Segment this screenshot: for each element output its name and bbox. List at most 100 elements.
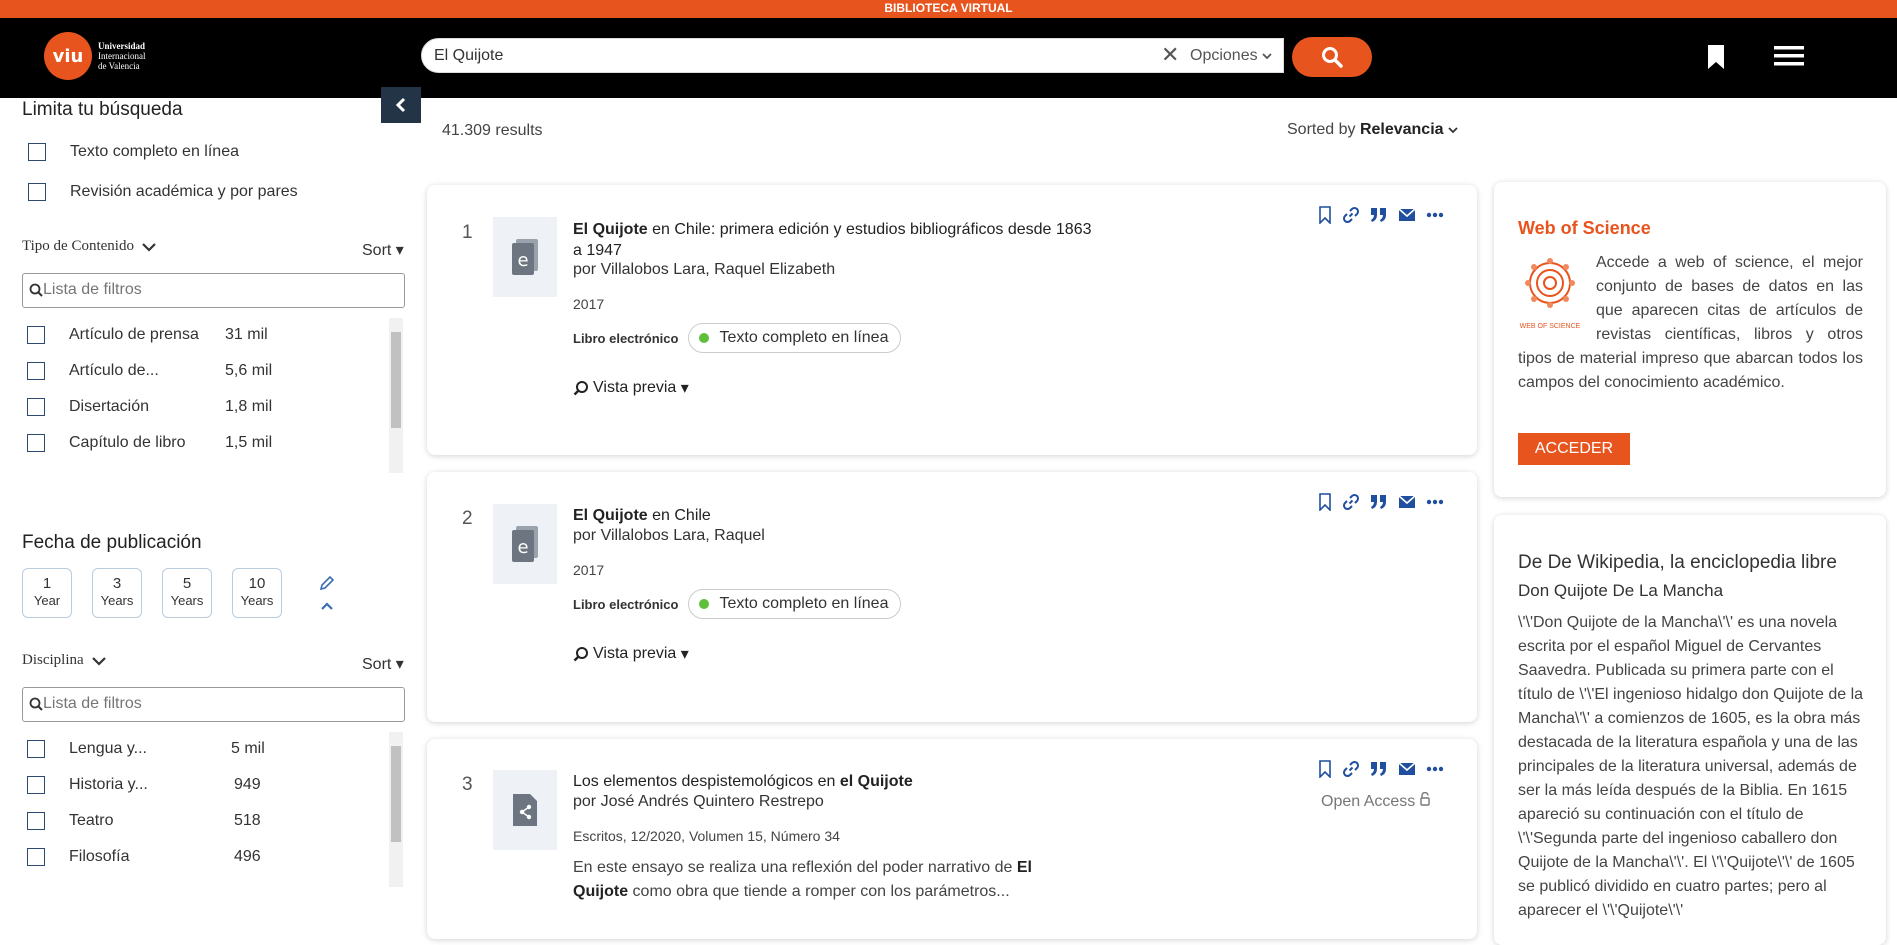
magnifier-preview-icon bbox=[573, 381, 588, 396]
ebook-icon: e bbox=[512, 526, 538, 562]
search-input[interactable] bbox=[434, 45, 1134, 67]
list-item[interactable]: Lengua y... 5 mil bbox=[27, 740, 291, 758]
wiki-subheading[interactable]: Don Quijote De La Mancha bbox=[1518, 581, 1723, 601]
book-thumbnail[interactable]: e bbox=[493, 504, 557, 584]
book-thumbnail[interactable]: e bbox=[493, 217, 557, 297]
bookmark-icon[interactable] bbox=[1318, 760, 1332, 778]
more-options-icon[interactable] bbox=[1426, 766, 1444, 772]
title-text: en Chile bbox=[647, 507, 711, 524]
cite-quote-icon[interactable] bbox=[1370, 761, 1388, 777]
bookmark-icon[interactable] bbox=[1318, 206, 1332, 224]
result-title[interactable]: El Quijote en Chile bbox=[573, 505, 1093, 526]
clear-search-icon[interactable]: ✕ bbox=[1161, 42, 1179, 68]
scrollbar-thumb[interactable] bbox=[391, 332, 401, 428]
scrollbar-thumb[interactable] bbox=[391, 746, 401, 842]
checkbox[interactable] bbox=[27, 812, 45, 830]
checkbox[interactable] bbox=[27, 848, 45, 866]
date-10-years-button[interactable]: 10 Years bbox=[232, 568, 282, 618]
wos-title: Web of Science bbox=[1518, 218, 1651, 238]
scrollbar[interactable] bbox=[389, 732, 403, 887]
bookmark-icon[interactable] bbox=[1318, 493, 1332, 511]
item-count: 496 bbox=[234, 848, 261, 865]
title-text: Los elementos despistemológicos en bbox=[573, 773, 840, 790]
discipline-filter-input[interactable] bbox=[43, 695, 383, 713]
author-link[interactable]: Villalobos Lara, Raquel Elizabeth bbox=[601, 261, 836, 278]
date-number: 10 bbox=[248, 575, 266, 592]
cite-quote-icon[interactable] bbox=[1370, 494, 1388, 510]
list-item[interactable]: Artículo de... 5,6 mil bbox=[27, 362, 285, 380]
result-rank: 2 bbox=[462, 508, 473, 529]
more-options-icon[interactable] bbox=[1426, 212, 1444, 218]
wos-description: WEB OF SCIENCE Accede a web of science, … bbox=[1518, 251, 1863, 395]
content-type-filter-input[interactable] bbox=[43, 281, 383, 299]
web-of-science-logo: WEB OF SCIENCE bbox=[1518, 255, 1582, 331]
item-count: 949 bbox=[234, 776, 261, 793]
more-options-icon[interactable] bbox=[1426, 499, 1444, 505]
author-link[interactable]: Villalobos Lara, Raquel bbox=[601, 527, 765, 544]
checkbox[interactable] bbox=[27, 740, 45, 758]
list-item[interactable]: Filosofía 496 bbox=[27, 848, 294, 866]
link-icon[interactable] bbox=[1342, 493, 1360, 511]
article-thumbnail[interactable] bbox=[493, 770, 557, 850]
content-type-heading-label: Tipo de Contenido bbox=[22, 238, 134, 254]
discipline-sort[interactable]: Sort ▾ bbox=[362, 654, 404, 674]
available-dot-icon bbox=[699, 599, 710, 609]
date-5-years-button[interactable]: 5 Years bbox=[162, 568, 212, 618]
scrollbar[interactable] bbox=[389, 318, 403, 473]
preview-toggle[interactable]: Vista previa ▾ bbox=[573, 644, 689, 664]
email-icon[interactable] bbox=[1398, 495, 1416, 509]
checkbox[interactable] bbox=[27, 434, 45, 452]
list-item[interactable]: Artículo de prensa 31 mil bbox=[27, 326, 285, 344]
list-item[interactable]: Teatro 518 bbox=[27, 812, 294, 830]
options-dropdown[interactable]: Opciones bbox=[1190, 47, 1272, 65]
item-label: Capítulo de libro bbox=[69, 434, 186, 451]
checkbox[interactable] bbox=[27, 398, 45, 416]
result-title[interactable]: El Quijote en Chile: primera edición y e… bbox=[573, 219, 1093, 261]
search-button[interactable] bbox=[1292, 37, 1372, 77]
logo-text: Universidad Internacional de Valencia bbox=[98, 41, 145, 71]
collapse-date-button[interactable] bbox=[320, 598, 334, 616]
edit-date-button[interactable] bbox=[318, 574, 336, 597]
checkbox[interactable] bbox=[28, 143, 46, 161]
content-type-sort[interactable]: Sort ▾ bbox=[362, 240, 404, 260]
collapse-sidebar-button[interactable] bbox=[381, 87, 421, 123]
list-item[interactable]: Disertación 1,8 mil bbox=[27, 398, 285, 416]
date-3-years-button[interactable]: 3 Years bbox=[92, 568, 142, 618]
title-highlight: El Quijote bbox=[573, 221, 648, 238]
checkbox[interactable] bbox=[28, 183, 46, 201]
filter-peer-reviewed[interactable]: Revisión académica y por pares bbox=[28, 183, 298, 201]
bookmark-icon bbox=[1708, 45, 1724, 69]
availability-badge[interactable]: Texto completo en línea bbox=[688, 323, 902, 353]
checkbox[interactable] bbox=[27, 326, 45, 344]
email-icon[interactable] bbox=[1398, 762, 1416, 776]
email-icon[interactable] bbox=[1398, 208, 1416, 222]
list-item[interactable]: Historia y... 949 bbox=[27, 776, 294, 794]
content-type-heading[interactable]: Tipo de Contenido bbox=[22, 238, 156, 255]
search-icon bbox=[29, 697, 43, 711]
result-title[interactable]: Los elementos despistemológicos en el Qu… bbox=[573, 771, 1093, 792]
acceder-button[interactable]: ACCEDER bbox=[1518, 433, 1630, 465]
header: viu Universidad Internacional de Valenci… bbox=[0, 18, 1897, 98]
checkbox[interactable] bbox=[27, 776, 45, 794]
university-logo[interactable]: viu Universidad Internacional de Valenci… bbox=[44, 32, 145, 80]
author-link[interactable]: José Andrés Quintero Restrepo bbox=[601, 793, 824, 810]
link-icon[interactable] bbox=[1342, 760, 1360, 778]
date-1-year-button[interactable]: 1 Year bbox=[22, 568, 72, 618]
item-count: 1,5 mil bbox=[225, 434, 273, 451]
date-number: 3 bbox=[112, 575, 122, 592]
preview-toggle[interactable]: Vista previa ▾ bbox=[573, 378, 689, 398]
saved-items-button[interactable] bbox=[1706, 44, 1726, 75]
sort-dropdown[interactable]: Sorted by Relevancia bbox=[1287, 121, 1458, 139]
title-highlight: el Quijote bbox=[839, 773, 913, 790]
date-unit: Years bbox=[170, 593, 204, 608]
logo-line-1: Universidad bbox=[98, 41, 146, 51]
availability-badge[interactable]: Texto completo en línea bbox=[688, 589, 902, 619]
list-item[interactable]: Capítulo de libro 1,5 mil bbox=[27, 434, 285, 452]
discipline-heading[interactable]: Disciplina bbox=[22, 652, 106, 669]
cite-quote-icon[interactable] bbox=[1370, 207, 1388, 223]
main-menu-button[interactable] bbox=[1774, 46, 1804, 71]
link-icon[interactable] bbox=[1342, 206, 1360, 224]
checkbox[interactable] bbox=[27, 362, 45, 380]
filter-full-text[interactable]: Texto completo en línea bbox=[28, 143, 239, 161]
result-card: 2 e El Quijote en Chile por Villalobos L… bbox=[427, 472, 1477, 722]
